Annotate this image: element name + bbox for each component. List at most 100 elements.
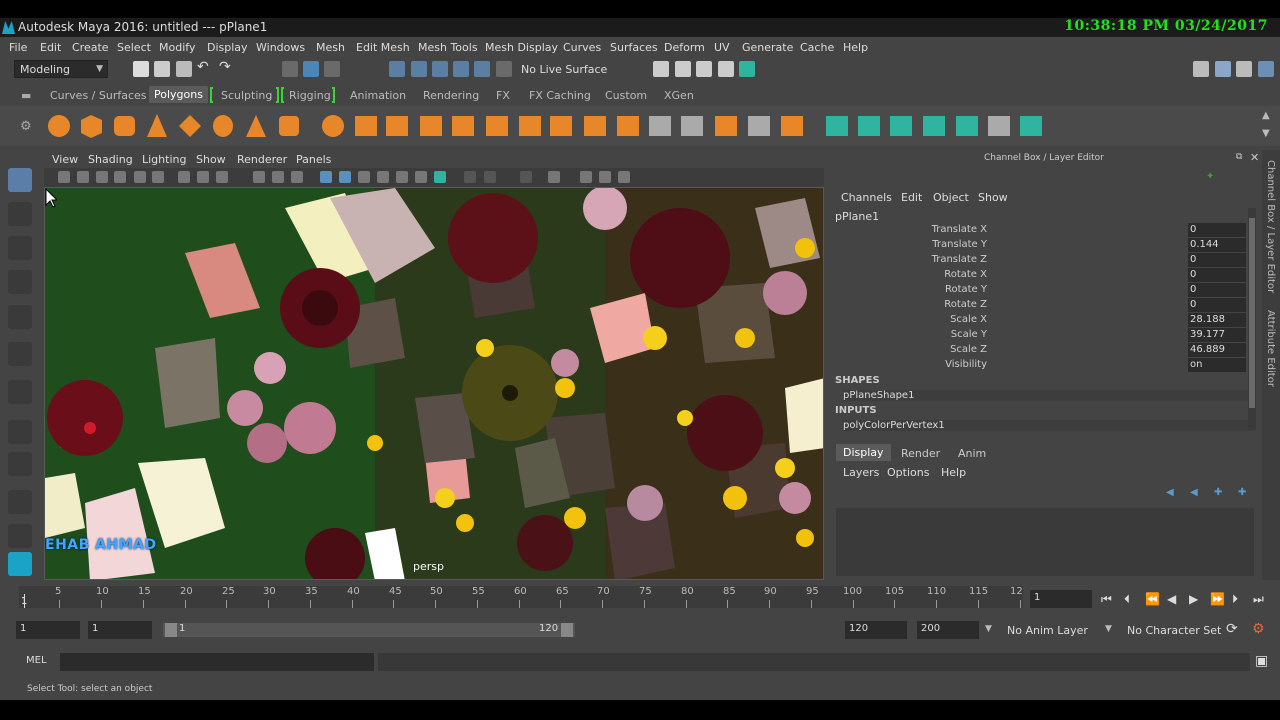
attr-translate-z[interactable]: Translate Z 0 <box>830 253 1246 268</box>
current-frame-field[interactable]: 1 <box>1030 590 1092 608</box>
smooth-shade-icon[interactable] <box>339 171 351 183</box>
menu-help[interactable]: Help <box>843 41 868 54</box>
wireframe-icon[interactable] <box>320 171 332 183</box>
ambient-occlusion-icon[interactable] <box>434 171 446 183</box>
character-set-dropdown[interactable]: No Character Set <box>1127 624 1221 637</box>
cb-menu-channels[interactable]: Channels <box>841 191 892 204</box>
cb-menu-show[interactable]: Show <box>978 191 1008 204</box>
cb-menu-edit[interactable]: Edit <box>901 191 922 204</box>
menu-file[interactable]: File <box>9 41 27 54</box>
anti-aliasing-icon[interactable] <box>484 171 496 183</box>
render-settings-icon[interactable] <box>718 61 734 77</box>
close-panel-icon[interactable]: ✕ <box>1250 151 1259 164</box>
attr-scale-z[interactable]: Scale Z 46.889 <box>830 343 1246 358</box>
grease-pencil-icon[interactable] <box>152 171 164 183</box>
bookmark-icon[interactable] <box>96 171 108 183</box>
auto-key-icon[interactable]: ⟳ <box>1226 621 1238 637</box>
attr-value-field[interactable]: 0.144 <box>1188 238 1246 252</box>
menu-select[interactable]: Select <box>117 41 151 54</box>
layout-four-icon[interactable] <box>8 452 32 476</box>
undo-icon[interactable]: ↶ <box>197 59 213 75</box>
attr-value-field[interactable]: 28.188 <box>1188 313 1246 327</box>
tab-fx[interactable]: FX <box>496 89 510 102</box>
select-by-object-icon[interactable] <box>303 61 319 77</box>
range-end-handle[interactable] <box>561 623 573 637</box>
attr-scale-x[interactable]: Scale X 28.188 <box>830 313 1246 328</box>
menu-mesh-display[interactable]: Mesh Display <box>485 41 558 54</box>
tab-display-layers[interactable]: Display <box>836 444 891 461</box>
anim-layer-dropdown[interactable]: No Anim Layer <box>1007 624 1088 637</box>
playback-start-field[interactable]: 1 <box>88 621 152 639</box>
play-forwards-icon[interactable]: ▶ <box>1189 592 1198 606</box>
attr-value-field[interactable]: 0 <box>1188 223 1246 237</box>
menu-create[interactable]: Create <box>72 41 109 54</box>
animation-preferences-icon[interactable]: ⚙ <box>1252 621 1265 637</box>
float-panel-icon[interactable]: ⧉ <box>1236 152 1242 162</box>
step-forward-key-icon[interactable]: ⏩ <box>1210 592 1225 606</box>
select-by-hierarchy-icon[interactable] <box>282 61 298 77</box>
open-scene-icon[interactable] <box>154 61 170 77</box>
tab-anim-layers[interactable]: Anim <box>958 447 986 460</box>
shelf-scroll-down-icon[interactable]: ▼ <box>1262 128 1270 139</box>
panel-menu-lighting[interactable]: Lighting <box>142 153 186 166</box>
new-scene-icon[interactable] <box>133 61 149 77</box>
textured-icon[interactable] <box>377 171 389 183</box>
move-layer-up-icon[interactable]: ◀ <box>1166 487 1174 498</box>
range-start-handle[interactable] <box>165 623 177 637</box>
animation-end-field[interactable]: 200 <box>917 621 979 639</box>
side-tab-attribute-editor[interactable]: Attribute Editor <box>1265 310 1276 387</box>
tab-rigging[interactable]: Rigging <box>289 89 331 102</box>
grid-toggle-icon[interactable] <box>178 171 190 183</box>
camera-attributes-icon[interactable] <box>77 171 89 183</box>
menu-display[interactable]: Display <box>207 41 248 54</box>
tab-sculpting[interactable]: Sculpting <box>221 89 272 102</box>
attr-rotate-y[interactable]: Rotate Y 0 <box>830 283 1246 298</box>
animation-start-field[interactable]: 1 <box>16 621 80 639</box>
panel-menu-renderer[interactable]: Renderer <box>237 153 287 166</box>
new-empty-layer-icon[interactable]: ✚ <box>1214 487 1222 498</box>
manipulator-icon[interactable]: ✦ <box>1206 171 1214 182</box>
tab-custom[interactable]: Custom <box>605 89 647 102</box>
script-language-button[interactable]: MEL <box>26 655 47 666</box>
command-input[interactable] <box>60 653 374 671</box>
menu-edit[interactable]: Edit <box>40 41 61 54</box>
cb-menu-object[interactable]: Object <box>933 191 969 204</box>
panel-menu-shading[interactable]: Shading <box>88 153 133 166</box>
layer-list[interactable] <box>836 508 1254 576</box>
hypershade-icon[interactable] <box>739 61 755 77</box>
menu-edit-mesh[interactable]: Edit Mesh <box>356 41 410 54</box>
snap-curve-icon[interactable] <box>411 61 427 77</box>
lights-icon[interactable] <box>396 171 408 183</box>
attr-value-field[interactable]: 0 <box>1188 283 1246 297</box>
object-name[interactable]: pPlane1 <box>835 210 879 223</box>
attr-visibility[interactable]: Visibility on <box>830 358 1246 373</box>
layout-two-icon[interactable] <box>8 490 32 514</box>
snap-point-icon[interactable] <box>432 61 448 77</box>
xray-active-icon[interactable] <box>618 171 630 183</box>
range-slider-bar[interactable]: 1 120 <box>163 623 575 637</box>
panel-menu-show[interactable]: Show <box>196 153 226 166</box>
snap-view-plane-icon[interactable] <box>453 61 469 77</box>
attr-translate-y[interactable]: Translate Y 0.144 <box>830 238 1246 253</box>
shelf-menu-icon[interactable]: ▬ <box>21 89 31 102</box>
menu-deform[interactable]: Deform <box>664 41 705 54</box>
resolution-gate-icon[interactable] <box>216 171 228 183</box>
input-node[interactable]: polyColorPerVertex1 <box>843 420 1251 431</box>
rotate-tool-icon[interactable] <box>8 305 32 329</box>
attr-rotate-x[interactable]: Rotate X 0 <box>830 268 1246 283</box>
play-backwards-icon[interactable]: ◀ <box>1167 592 1176 606</box>
render-view-icon[interactable] <box>653 61 669 77</box>
current-time-marker[interactable] <box>24 594 25 608</box>
layout-outliner-icon[interactable] <box>8 524 32 548</box>
perspective-viewport[interactable]: EHAB AHMAD persp <box>44 187 824 580</box>
move-layer-down-icon[interactable]: ◀ <box>1190 487 1198 498</box>
toggle-modeling-toolkit-icon[interactable] <box>1236 61 1252 77</box>
new-layer-selected-icon[interactable]: ✚ <box>1238 487 1246 498</box>
2d-pan-zoom-icon[interactable] <box>134 171 146 183</box>
anim-layer-dropdown-arrow[interactable]: ▼ <box>985 624 992 634</box>
layout-single-icon[interactable] <box>8 420 32 444</box>
save-scene-icon[interactable] <box>176 61 192 77</box>
select-by-component-icon[interactable] <box>324 61 340 77</box>
toggle-outliner-icon[interactable] <box>1215 61 1231 77</box>
depth-of-field-icon[interactable] <box>520 171 532 183</box>
